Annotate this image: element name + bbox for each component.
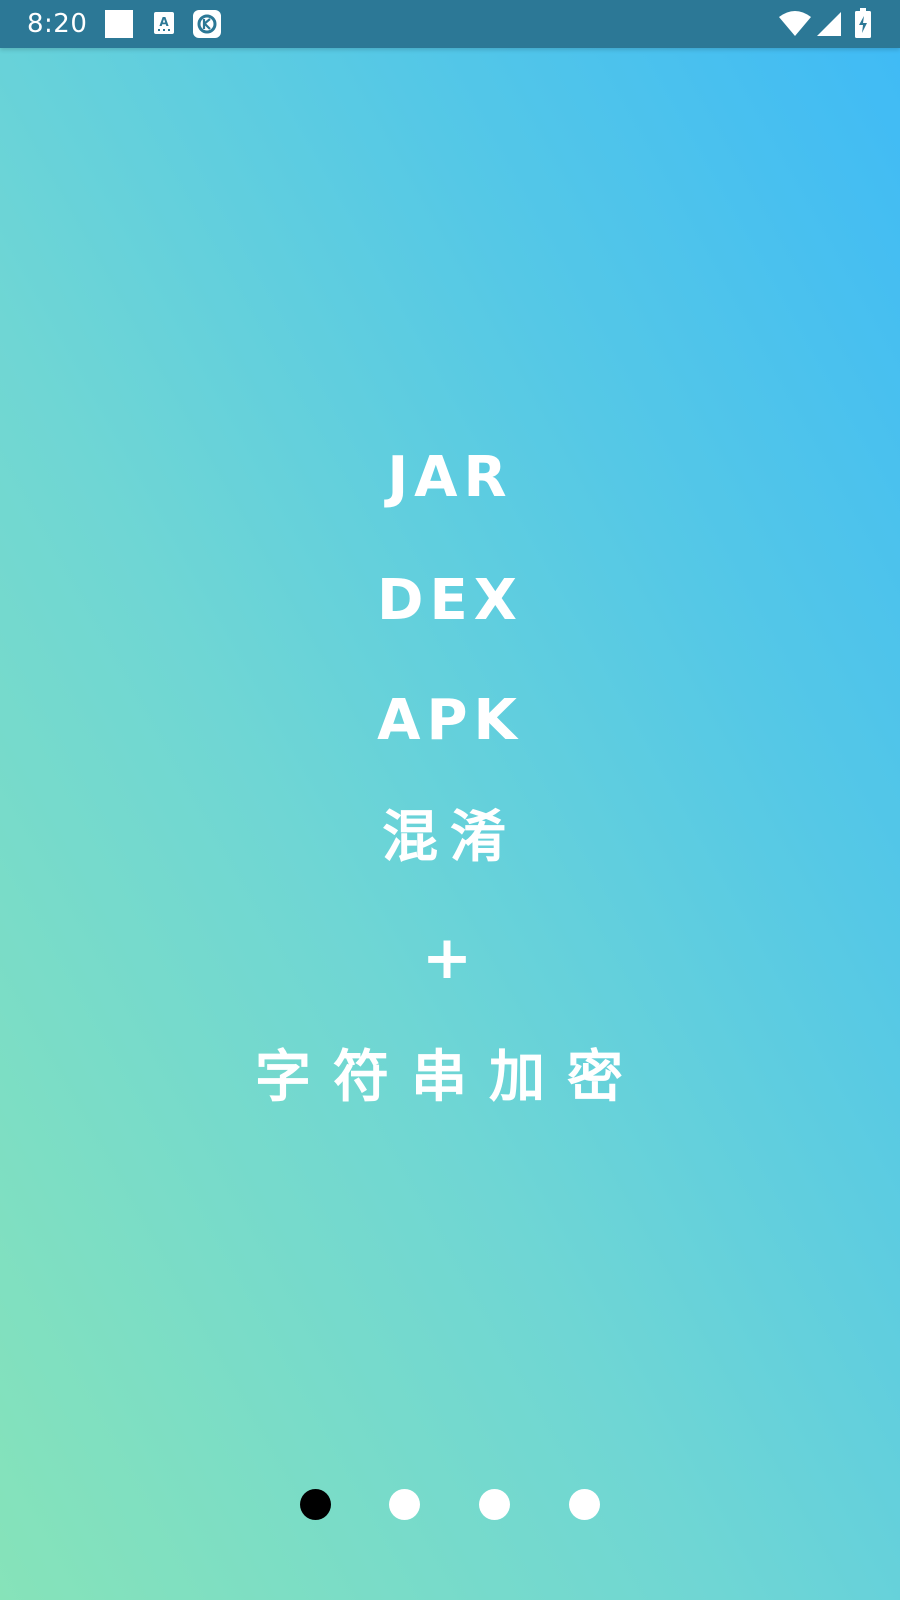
page-dot-3[interactable] bbox=[479, 1489, 510, 1520]
keyboard-a-icon: A bbox=[154, 12, 174, 34]
page-dot-4[interactable] bbox=[569, 1489, 600, 1520]
status-time: 8:20 bbox=[27, 9, 88, 39]
intro-line-apk: APK bbox=[377, 688, 523, 753]
svg-text:A: A bbox=[159, 15, 169, 29]
status-bar: 8:20 A bbox=[0, 0, 900, 48]
intro-line-plus: + bbox=[421, 923, 479, 993]
wifi-icon bbox=[779, 11, 811, 36]
page-indicator bbox=[0, 1489, 900, 1521]
page-dot-2[interactable] bbox=[389, 1489, 420, 1520]
page-dot-1[interactable] bbox=[300, 1489, 331, 1520]
notification-square-icon bbox=[105, 10, 133, 38]
signal-icon bbox=[817, 12, 841, 36]
intro-line-dex: DEX bbox=[377, 568, 523, 633]
intro-line-string-encryption: 字符串加密 bbox=[255, 1045, 645, 1110]
intro-line-obfuscation: 混淆 bbox=[382, 805, 518, 870]
k-app-icon bbox=[193, 10, 221, 38]
intro-line-jar: JAR bbox=[387, 445, 513, 510]
battery-charging-icon bbox=[855, 8, 871, 38]
intro-text-block: JAR DEX APK 混淆 + 字符串加密 bbox=[0, 430, 900, 1108]
